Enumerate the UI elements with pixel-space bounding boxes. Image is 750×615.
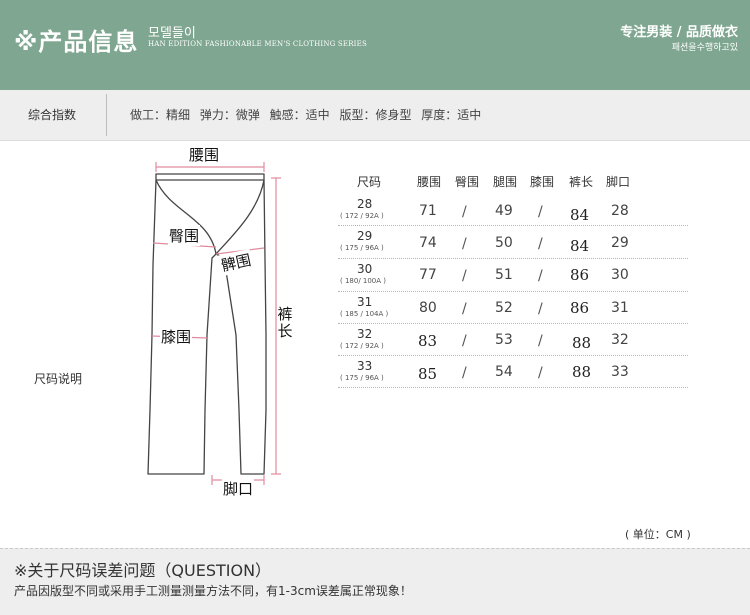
- cell-thigh: 53: [495, 332, 513, 348]
- unit-note: ( 单位：CM ): [625, 528, 691, 541]
- cell-length: 84: [570, 206, 590, 224]
- cell-thigh: 51: [495, 267, 513, 283]
- cell-length: 84: [570, 237, 590, 255]
- brand-slogan-korean: 패션을수행하고있: [671, 43, 738, 53]
- header-size: 尺码: [357, 175, 382, 189]
- index-attributes: 做工：精细 弹力：微弹 触感：适中 版型：修身型 厚度：适中: [130, 108, 482, 122]
- row-spec: ( 185 / 104A ): [340, 310, 389, 318]
- cell-waist: 74: [419, 235, 437, 251]
- row-separator: [338, 258, 688, 259]
- header-waist: 腰围: [417, 175, 442, 189]
- brand-slogan: 专注男装 / 品质做衣: [620, 25, 738, 40]
- label-hip: 臀围: [168, 225, 201, 246]
- size-section-label: 尺码说明: [34, 372, 83, 386]
- cell-hip: /: [462, 301, 467, 317]
- cell-length: 88: [572, 363, 592, 381]
- row-spec: ( 172 / 92A ): [340, 212, 384, 220]
- row-size: 33: [357, 359, 373, 373]
- row-spec: ( 172 / 92A ): [340, 342, 384, 350]
- page-title: ※产品信息: [14, 28, 139, 56]
- footer-note: 产品因版型不同或采用手工测量测量方法不同，有1-3cm误差属正常现象！: [14, 584, 412, 598]
- row-spec: ( 175 / 96A ): [340, 374, 384, 382]
- cell-thigh: 50: [495, 235, 513, 251]
- cell-hem: 28: [611, 203, 629, 219]
- row-separator: [338, 387, 688, 388]
- cell-length: 88: [572, 334, 592, 352]
- cell-hip: /: [462, 365, 467, 381]
- row-separator: [338, 355, 688, 356]
- cell-hip: /: [462, 268, 467, 284]
- cell-length: 86: [570, 266, 590, 284]
- footer-title: ※关于尺码误差问题（QUESTION）: [14, 561, 272, 580]
- cell-hem: 29: [611, 235, 629, 251]
- index-divider: [106, 94, 107, 136]
- product-index-bar: 综合指数 做工：精细 弹力：微弹 触感：适中 版型：修身型 厚度：适中: [0, 90, 750, 141]
- label-waist: 腰围: [188, 144, 221, 165]
- cell-hem: 33: [611, 364, 629, 380]
- row-size: 31: [357, 295, 373, 309]
- index-label: 综合指数: [28, 108, 77, 122]
- header-banner: ※产品信息 모델들이 HAN EDITION FASHIONABLE MEN'S…: [0, 0, 750, 90]
- row-size: 29: [357, 229, 373, 243]
- cell-knee: /: [538, 301, 543, 317]
- label-length: 裤长: [277, 305, 293, 340]
- cell-waist: 85: [418, 365, 438, 383]
- cell-hem: 32: [611, 332, 629, 348]
- subtitle-english: HAN EDITION FASHIONABLE MEN'S CLOTHING S…: [148, 40, 367, 48]
- trousers-diagram: 腰围 臀围 髀围 膝围 裤长 脚口: [140, 140, 300, 510]
- cell-waist: 83: [418, 332, 438, 350]
- cell-waist: 71: [419, 203, 437, 219]
- header-length: 裤长: [569, 175, 594, 189]
- row-size: 30: [357, 262, 373, 276]
- row-size: 28: [357, 197, 373, 211]
- cell-hem: 30: [611, 267, 629, 283]
- subtitle-korean: 모델들이: [148, 26, 196, 41]
- row-spec: ( 175 / 96A ): [340, 244, 384, 252]
- cell-knee: /: [538, 268, 543, 284]
- cell-length: 86: [570, 299, 590, 317]
- cell-hem: 31: [611, 300, 629, 316]
- cell-hip: /: [462, 204, 467, 220]
- cell-thigh: 54: [495, 364, 513, 380]
- cell-knee: /: [538, 365, 543, 381]
- cell-hip: /: [462, 333, 467, 349]
- cell-waist: 80: [419, 300, 437, 316]
- cell-knee: /: [538, 333, 543, 349]
- header-thigh: 腿围: [493, 175, 518, 189]
- row-separator: [338, 225, 688, 226]
- footer-notice: ※关于尺码误差问题（QUESTION） 产品因版型不同或采用手工测量测量方法不同…: [0, 548, 750, 615]
- row-separator: [338, 291, 688, 292]
- cell-knee: /: [538, 204, 543, 220]
- header-hip: 臀围: [455, 175, 480, 189]
- label-knee: 膝围: [160, 326, 193, 347]
- cell-knee: /: [538, 236, 543, 252]
- label-hem: 脚口: [222, 478, 255, 499]
- header-hem: 脚口: [606, 175, 631, 189]
- row-spec: ( 180/ 100A ): [340, 277, 387, 285]
- row-size: 32: [357, 327, 373, 341]
- header-knee: 膝围: [530, 175, 555, 189]
- cell-hip: /: [462, 236, 467, 252]
- cell-thigh: 52: [495, 300, 513, 316]
- row-separator: [338, 323, 688, 324]
- cell-thigh: 49: [495, 203, 513, 219]
- cell-waist: 77: [419, 267, 437, 283]
